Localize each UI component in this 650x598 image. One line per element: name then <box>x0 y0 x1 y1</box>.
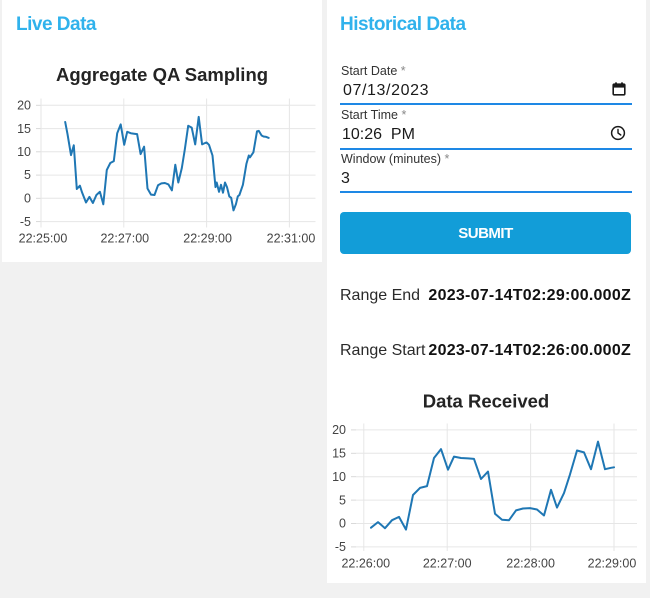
svg-text:15: 15 <box>17 122 31 136</box>
svg-text:0: 0 <box>339 517 346 531</box>
svg-text:Data Received: Data Received <box>423 391 549 412</box>
svg-text:10: 10 <box>17 145 31 159</box>
svg-text:20: 20 <box>332 423 346 437</box>
svg-text:22:28:00: 22:28:00 <box>506 557 555 571</box>
svg-text:Aggregate QA Sampling: Aggregate QA Sampling <box>56 64 268 85</box>
svg-text:22:25:00: 22:25:00 <box>19 231 68 245</box>
svg-text:22:26:00: 22:26:00 <box>341 557 390 571</box>
svg-text:20: 20 <box>17 99 31 113</box>
svg-text:-5: -5 <box>20 215 31 229</box>
svg-text:22:27:00: 22:27:00 <box>423 557 472 571</box>
svg-text:-5: -5 <box>335 540 346 554</box>
svg-text:22:31:00: 22:31:00 <box>267 231 316 245</box>
svg-text:22:29:00: 22:29:00 <box>588 557 637 571</box>
svg-text:22:27:00: 22:27:00 <box>100 231 149 245</box>
svg-text:15: 15 <box>332 447 346 461</box>
svg-text:10: 10 <box>332 470 346 484</box>
svg-text:0: 0 <box>24 192 31 206</box>
svg-text:5: 5 <box>24 168 31 182</box>
svg-text:22:29:00: 22:29:00 <box>183 231 232 245</box>
svg-text:5: 5 <box>339 493 346 507</box>
